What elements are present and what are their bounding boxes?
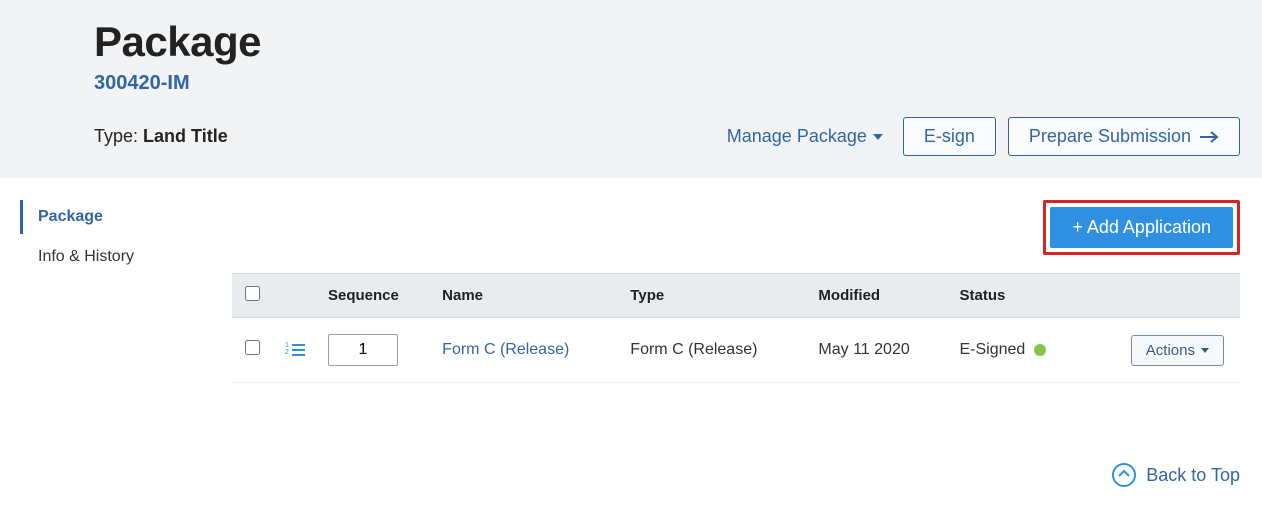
application-type: Form C (Release) xyxy=(630,341,757,358)
caret-down-icon xyxy=(1201,348,1209,353)
back-to-top-label[interactable]: Back to Top xyxy=(1146,465,1240,486)
col-reorder xyxy=(272,274,320,318)
sidebar-item-info-history[interactable]: Info & History xyxy=(20,240,232,274)
col-sequence: Sequence xyxy=(320,274,434,318)
add-application-highlight: + Add Application xyxy=(1043,200,1240,255)
reorder-icon[interactable]: 1 2 xyxy=(280,341,312,359)
row-actions-label: Actions xyxy=(1146,342,1195,359)
add-application-label: + Add Application xyxy=(1072,217,1211,237)
row-actions-button[interactable]: Actions xyxy=(1131,335,1224,366)
header-actions: Manage Package E-sign Prepare Submission xyxy=(719,117,1240,156)
add-application-button[interactable]: + Add Application xyxy=(1050,207,1233,248)
application-status: E-Signed xyxy=(959,341,1025,358)
col-name: Name xyxy=(434,274,622,318)
package-type: Type: Land Title xyxy=(94,126,228,147)
col-status: Status xyxy=(951,274,1085,318)
sidebar-item-label: Info & History xyxy=(38,248,134,265)
prepare-submission-button[interactable]: Prepare Submission xyxy=(1008,117,1240,156)
main-content: + Add Application Sequence Name Type Mod… xyxy=(232,200,1262,383)
manage-package-label: Manage Package xyxy=(727,126,867,147)
package-id: 300420-IM xyxy=(94,72,1240,95)
arrow-right-icon xyxy=(1199,130,1219,144)
type-value: Land Title xyxy=(143,126,228,146)
esign-label: E-sign xyxy=(924,126,975,147)
application-modified: May 11 2020 xyxy=(818,341,909,358)
sequence-input[interactable] xyxy=(328,334,398,366)
back-to-top: Back to Top xyxy=(0,383,1262,507)
type-prefix: Type: xyxy=(94,126,143,146)
sidebar-item-label: Package xyxy=(38,208,103,225)
sidebar: Package Info & History xyxy=(0,200,232,383)
arrow-up-circle-icon[interactable] xyxy=(1112,463,1136,487)
applications-table: Sequence Name Type Modified Status xyxy=(232,273,1240,383)
body-region: Package Info & History + Add Application… xyxy=(0,178,1262,383)
table-header-row: Sequence Name Type Modified Status xyxy=(232,274,1240,318)
application-name-link[interactable]: Form C (Release) xyxy=(442,341,569,358)
svg-text:1: 1 xyxy=(285,342,289,349)
table-row: 1 2 Form C (Release) xyxy=(232,318,1240,383)
select-all-checkbox[interactable] xyxy=(245,286,260,301)
manage-package-dropdown[interactable]: Manage Package xyxy=(719,120,891,153)
col-select-all xyxy=(232,274,272,318)
esign-button[interactable]: E-sign xyxy=(903,117,996,156)
col-modified: Modified xyxy=(810,274,951,318)
svg-text:2: 2 xyxy=(285,349,289,356)
col-actions xyxy=(1086,274,1240,318)
status-dot-icon xyxy=(1034,344,1046,356)
sidebar-item-package[interactable]: Package xyxy=(20,200,232,234)
header-region: Package 300420-IM Type: Land Title Manag… xyxy=(0,0,1262,178)
row-checkbox[interactable] xyxy=(245,340,260,355)
prepare-submission-label: Prepare Submission xyxy=(1029,126,1191,147)
caret-down-icon xyxy=(873,134,883,140)
page-title: Package xyxy=(94,18,1240,66)
col-type: Type xyxy=(622,274,810,318)
